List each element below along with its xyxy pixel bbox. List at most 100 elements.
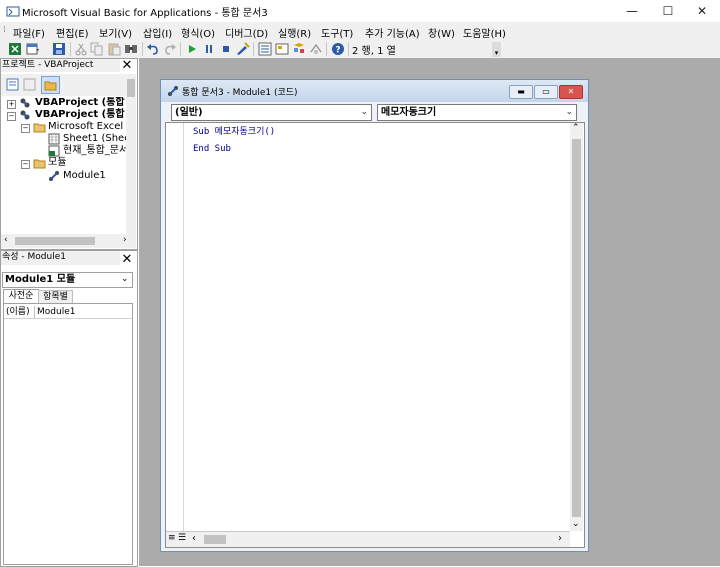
menu-format[interactable]: 형식(O): [181, 25, 215, 40]
menu-bar: ⁞ 파일(F) 편집(E) 보기(V) 삽입(I) 형식(O) 디버그(D) 실…: [0, 22, 720, 40]
menu-grip: ⁞: [3, 25, 6, 35]
project-panel-close-icon[interactable]: ✕: [120, 59, 134, 73]
menu-addins[interactable]: 추가 기능(A): [365, 25, 420, 40]
reset-icon[interactable]: [219, 42, 233, 56]
insert-module-icon[interactable]: [26, 42, 40, 56]
code-minimize-button[interactable]: ▬: [509, 85, 533, 99]
menu-help[interactable]: 도움말(H): [463, 25, 506, 40]
toolbar-overflow-button[interactable]: ▾: [492, 42, 501, 57]
menu-insert[interactable]: 삽입(I): [143, 25, 172, 40]
tab-alphabetic[interactable]: 사전순: [3, 289, 39, 303]
workbook-icon: [48, 145, 60, 157]
properties-panel-close-icon[interactable]: ✕: [120, 253, 134, 267]
procedure-combo-value: 메모자동크기: [381, 107, 437, 118]
tree-item-vbaproject-2[interactable]: VBAProject (통합 문서: [35, 109, 126, 121]
vscroll-thumb[interactable]: [127, 79, 135, 97]
copy-icon[interactable]: [90, 42, 104, 56]
code-vscroll-thumb[interactable]: [572, 139, 581, 517]
tree-item-this-workbook[interactable]: 현재_통합_문서: [63, 145, 126, 157]
cursor-position: 2 행, 1 열: [352, 46, 396, 57]
toolbar-separator: [142, 42, 143, 56]
scroll-right-icon[interactable]: ›: [558, 533, 562, 544]
menu-window[interactable]: 창(W): [428, 25, 455, 40]
collapse-toggle[interactable]: −: [21, 124, 30, 133]
menu-run[interactable]: 실행(R): [278, 25, 311, 40]
toggle-folders-button[interactable]: [41, 76, 60, 94]
chevron-up-icon[interactable]: ⌃: [572, 123, 580, 133]
chevron-down-icon[interactable]: ⌄: [360, 105, 368, 120]
vbaproject-icon: [20, 110, 30, 120]
property-value[interactable]: Module1: [37, 306, 75, 318]
chevron-down-icon[interactable]: ⌄: [572, 519, 580, 529]
scroll-left-icon[interactable]: ‹: [192, 533, 196, 544]
code-vscrollbar[interactable]: ⌃ ⌄: [570, 123, 583, 531]
property-row[interactable]: (이름) Module1: [4, 306, 132, 319]
code-editor[interactable]: Sub 메모자동크기() End Sub ⌃ ⌄ ≡ ☰ ‹ ›: [165, 122, 585, 548]
tab-categorized[interactable]: 항목별: [38, 290, 73, 304]
code-line[interactable]: Sub 메모자동크기(): [193, 124, 275, 137]
code-hscroll-thumb[interactable]: [204, 535, 226, 544]
project-panel-vscrollbar[interactable]: [126, 74, 136, 234]
view-code-icon[interactable]: [6, 78, 19, 91]
menu-debug[interactable]: 디버그(D): [225, 25, 268, 40]
code-close-button[interactable]: ✕: [559, 85, 583, 99]
menu-tools[interactable]: 도구(T): [321, 25, 353, 40]
property-grid: (이름) Module1: [3, 303, 133, 565]
module-icon: [168, 86, 178, 96]
object-combo[interactable]: (일반) ⌄: [171, 104, 372, 121]
project-panel-toolbar: [1, 74, 129, 96]
close-button[interactable]: ✕: [684, 0, 720, 22]
minimize-button[interactable]: —: [614, 0, 650, 22]
menu-edit[interactable]: 편집(E): [56, 25, 89, 40]
object-browser-icon[interactable]: [292, 42, 306, 56]
menu-file[interactable]: 파일(F): [13, 25, 45, 40]
margin-indicator-bar[interactable]: [166, 123, 184, 531]
folder-icon: [44, 81, 57, 91]
view-object-icon[interactable]: [23, 78, 36, 91]
collapse-toggle[interactable]: −: [21, 160, 30, 169]
scroll-left-icon[interactable]: ‹: [4, 235, 8, 245]
tree-item-vbaproject-1[interactable]: VBAProject (통합 문서: [35, 97, 126, 109]
property-divider: [34, 306, 35, 318]
sheet-icon: [48, 133, 60, 145]
properties-panel: 속성 - Module1 ✕ Module1 모듈 ⌄ 사전순 항목별 (이름)…: [0, 250, 138, 567]
object-select[interactable]: Module1 모듈 ⌄: [2, 272, 133, 288]
excel-icon[interactable]: [8, 42, 22, 56]
properties-icon[interactable]: [275, 42, 289, 56]
undo-icon[interactable]: [146, 42, 160, 56]
vbaproject-icon: [20, 98, 30, 108]
tree-item-module1[interactable]: Module1: [63, 170, 106, 182]
code-line[interactable]: End Sub: [193, 144, 231, 154]
tree-item-sheet1[interactable]: Sheet1 (Sheet1): [63, 133, 126, 145]
toolbar-separator: [180, 42, 181, 56]
folder-icon: [33, 159, 46, 169]
design-mode-icon[interactable]: [236, 42, 250, 56]
run-icon[interactable]: [185, 42, 199, 56]
maximize-button[interactable]: ☐: [650, 0, 686, 22]
tree-item-modules[interactable]: 모듈: [48, 157, 66, 169]
find-icon[interactable]: [124, 42, 138, 56]
full-module-view-icon[interactable]: ☰: [178, 533, 186, 543]
redo-icon[interactable]: [163, 42, 177, 56]
project-panel-hscrollbar[interactable]: ‹ ›: [1, 234, 136, 248]
scroll-right-icon[interactable]: ›: [123, 235, 127, 245]
title-bar: Microsoft Visual Basic for Applications …: [0, 0, 720, 22]
menu-view[interactable]: 보기(V): [99, 25, 132, 40]
code-maximize-button[interactable]: ▭: [534, 85, 558, 99]
break-icon[interactable]: [202, 42, 216, 56]
hscroll-thumb[interactable]: [15, 237, 95, 245]
chevron-down-icon[interactable]: ⌄: [565, 105, 573, 120]
code-window-title: 통합 문서3 - Module1 (코드): [182, 88, 298, 98]
save-icon[interactable]: [52, 42, 66, 56]
procedure-combo[interactable]: 메모자동크기 ⌄: [377, 104, 577, 121]
procedure-view-icon[interactable]: ≡: [168, 533, 176, 543]
chevron-down-icon[interactable]: ⌄: [121, 274, 129, 284]
tree-item-excel-objects[interactable]: Microsoft Excel 개체: [48, 121, 126, 133]
expand-toggle[interactable]: +: [7, 100, 16, 109]
help-icon[interactable]: ?: [331, 42, 345, 56]
cut-icon[interactable]: [74, 42, 88, 56]
paste-icon[interactable]: [107, 42, 121, 56]
project-explorer-icon[interactable]: [258, 42, 272, 56]
toolbox-icon[interactable]: [309, 42, 323, 56]
collapse-toggle[interactable]: −: [7, 112, 16, 121]
